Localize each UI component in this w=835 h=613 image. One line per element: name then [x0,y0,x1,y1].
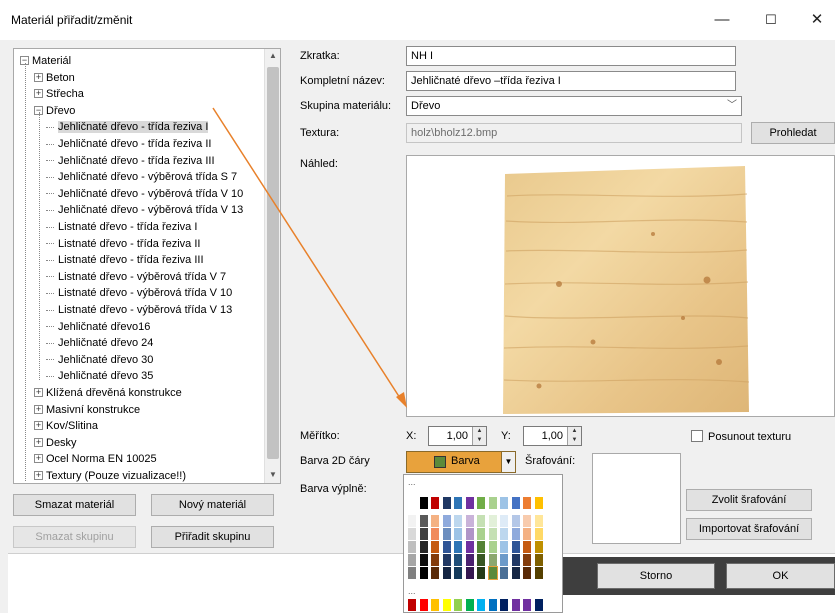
palette-shade-swatch[interactable] [511,567,520,579]
palette-shade-swatch[interactable] [442,541,451,553]
palette-shade-swatch[interactable] [431,515,439,527]
palette-shade-swatch[interactable] [408,554,416,566]
palette-shade-swatch[interactable] [408,567,416,579]
palette-color-swatch[interactable] [465,497,474,509]
palette-shade-swatch[interactable] [477,528,485,540]
palette-shade-swatch[interactable] [523,567,531,579]
palette-shade-swatch[interactable] [500,567,508,579]
palette-shade-swatch[interactable] [500,541,508,553]
palette-shade-swatch[interactable] [442,515,451,527]
palette-shade-swatch[interactable] [523,528,531,540]
color-palette-popup[interactable]: ... ... [403,474,563,613]
palette-shade-swatch[interactable] [442,554,451,566]
palette-shade-swatch[interactable] [465,541,474,553]
palette-shade-swatch[interactable] [454,528,462,540]
palette-color-swatch[interactable] [500,497,508,509]
palette-shade-swatch[interactable] [419,567,428,579]
palette-shade-swatch[interactable] [442,528,451,540]
palette-shade-swatch[interactable] [488,515,497,527]
palette-shade-swatch[interactable] [454,541,462,553]
palette-shade-swatch[interactable] [511,528,520,540]
palette-shade-swatch[interactable] [477,567,485,579]
material-dialog: Materiál přiřadit/změnit — ☐ ✕ − Materiál… [0,0,835,613]
palette-shade-swatch[interactable] [534,515,543,527]
palette-color-swatch[interactable] [419,497,428,509]
palette-shade-swatch[interactable] [534,554,543,566]
palette-shade-swatch[interactable] [408,541,416,553]
palette-standard-swatch[interactable] [465,599,474,611]
palette-shade-swatch[interactable] [419,515,428,527]
palette-shade-swatch[interactable] [523,541,531,553]
palette-shade-swatch[interactable] [534,567,543,579]
palette-shade-swatch[interactable] [419,554,428,566]
palette-color-swatch[interactable] [488,497,497,509]
palette-standard-swatch[interactable] [408,599,416,611]
palette-shade-swatch[interactable] [477,515,485,527]
palette-color-swatch[interactable] [534,497,543,509]
palette-shade-swatch[interactable] [488,554,497,566]
palette-shade-swatch[interactable] [465,515,474,527]
palette-shade-swatch[interactable] [454,515,462,527]
palette-shade-swatch[interactable] [523,515,531,527]
palette-color-swatch[interactable] [511,497,520,509]
palette-standard-swatch[interactable] [523,599,531,611]
palette-standard-swatch[interactable] [477,599,485,611]
palette-shade-swatch[interactable] [511,541,520,553]
palette-shade-swatch[interactable] [488,541,497,553]
palette-more-dots[interactable]: ... [408,477,416,487]
palette-shade-swatch[interactable] [454,554,462,566]
palette-shade-swatch[interactable] [500,554,508,566]
palette-shade-swatch[interactable] [500,528,508,540]
palette-shade-swatch[interactable] [465,567,474,579]
palette-standard-swatch[interactable] [511,599,520,611]
palette-shade-swatch[interactable] [523,554,531,566]
palette-standard-swatch[interactable] [500,599,508,611]
palette-standard-swatch[interactable] [454,599,462,611]
palette-shade-swatch[interactable] [488,528,497,540]
palette-color-swatch[interactable] [523,497,531,509]
palette-color-swatch[interactable] [442,497,451,509]
palette-shade-swatch[interactable] [511,554,520,566]
palette-shade-swatch[interactable] [408,515,416,527]
palette-shade-swatch[interactable] [500,515,508,527]
palette-standard-swatch[interactable] [534,599,543,611]
palette-color-swatch[interactable] [454,497,462,509]
palette-standard-swatch[interactable] [442,599,451,611]
palette-shade-swatch[interactable] [442,567,451,579]
palette-more-dots[interactable]: ... [408,586,416,596]
palette-shade-swatch[interactable] [465,554,474,566]
palette-shade-swatch[interactable] [431,541,439,553]
palette-standard-swatch[interactable] [488,599,497,611]
palette-shade-swatch[interactable] [454,567,462,579]
palette-shade-swatch[interactable] [477,554,485,566]
palette-shade-swatch[interactable] [431,528,439,540]
palette-shade-swatch[interactable] [534,528,543,540]
palette-shade-swatch[interactable] [477,541,485,553]
palette-shade-swatch[interactable] [511,515,520,527]
palette-color-swatch[interactable] [477,497,485,509]
palette-shade-swatch[interactable] [487,566,498,580]
palette-shade-swatch[interactable] [465,528,474,540]
palette-color-swatch[interactable] [431,497,439,509]
palette-shade-swatch[interactable] [431,554,439,566]
palette-standard-swatch[interactable] [431,599,439,611]
palette-color-swatch[interactable] [408,497,416,509]
palette-shade-swatch[interactable] [419,541,428,553]
palette-shade-swatch[interactable] [534,541,543,553]
palette-shade-swatch[interactable] [419,528,428,540]
palette-shade-swatch[interactable] [408,528,416,540]
palette-shade-swatch[interactable] [431,567,439,579]
palette-standard-swatch[interactable] [419,599,428,611]
